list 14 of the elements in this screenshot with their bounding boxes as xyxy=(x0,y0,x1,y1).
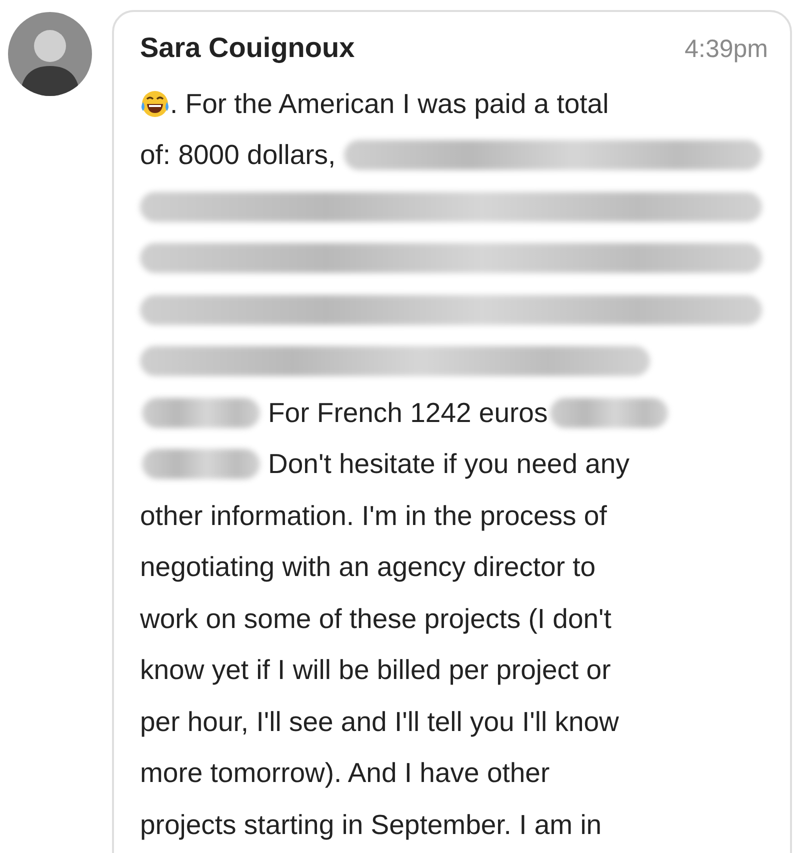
timestamp: 4:39pm xyxy=(684,35,768,64)
message-text: know yet if I will be billed per project or xyxy=(140,654,611,686)
message-text: of: 8000 dollars, xyxy=(140,139,336,172)
message-text: For French 1242 euros xyxy=(268,396,548,429)
message-text: work on some of these projects (I don't xyxy=(140,602,612,635)
message-text: other information. I'm in the process of xyxy=(140,500,607,532)
message-text: negotiating with an agency director to xyxy=(140,551,596,584)
laughing-face-icon xyxy=(140,88,170,119)
message-text: . For the American I was paid a total xyxy=(170,88,609,120)
sender-name: Sara Couignoux xyxy=(140,32,355,64)
message-text: projects starting in September. I am in xyxy=(140,808,602,841)
message-text: more tomorrow). And I have other xyxy=(140,757,550,790)
message-text: Don't hesitate if you need any xyxy=(268,448,630,480)
message-text: per hour, I'll see and I'll tell you I'll know xyxy=(140,706,619,738)
